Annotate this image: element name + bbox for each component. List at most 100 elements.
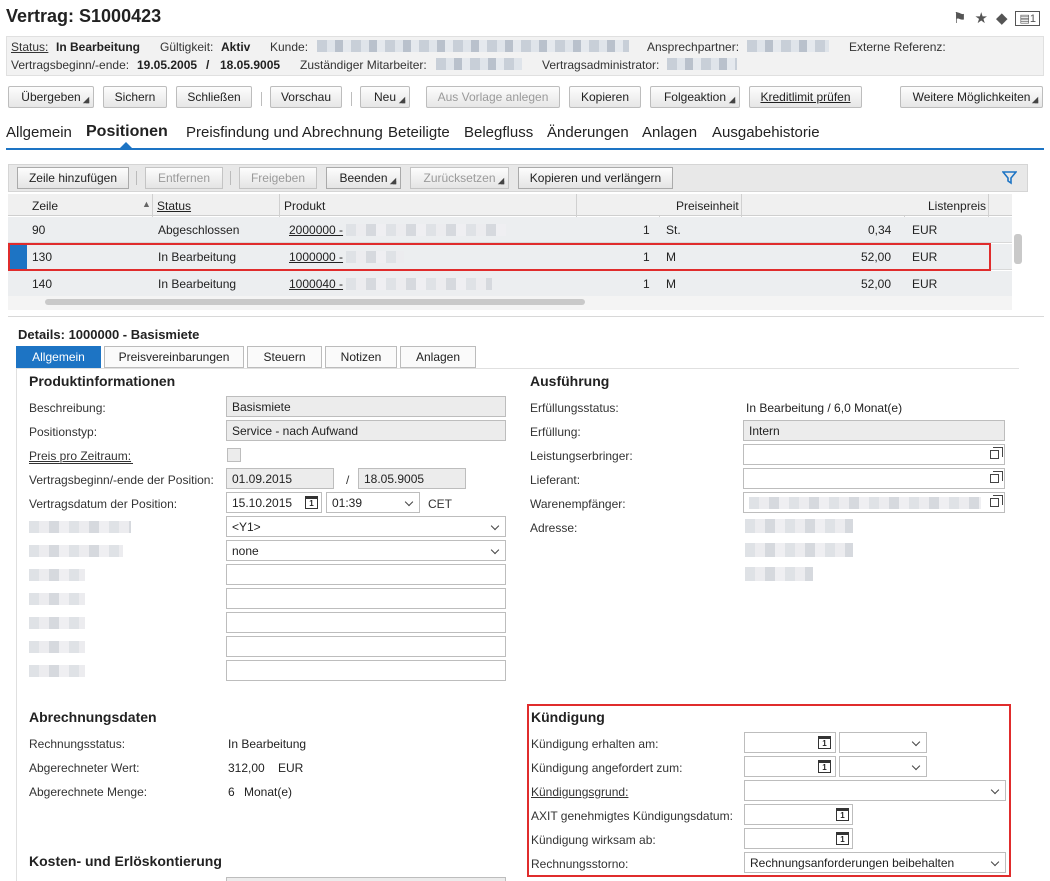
row-qty: 1 [643,223,650,237]
flag-icon[interactable]: ⚑ [953,9,966,27]
rechnungsstorno-label: Rechnungsstorno: [531,857,629,871]
value-help-icon[interactable] [990,471,1003,483]
time-select[interactable]: 01:39 [326,492,420,513]
kuendigungsgrund-label[interactable]: Kündigungsgrund: [531,785,628,799]
tab-anlagen[interactable]: Anlagen [642,124,697,141]
new-button[interactable]: Neu [360,86,410,108]
calendar-icon[interactable]: 1 [818,736,831,749]
text-field-3[interactable] [226,612,506,633]
value-help-icon[interactable] [990,495,1003,507]
status-label[interactable]: Status: [11,40,48,54]
from-template-button[interactable]: Aus Vorlage anlegen [426,86,560,108]
abgerechnete-menge-unit: Monat(e) [244,785,293,799]
warenempfaenger-label: Warenempfänger: [530,497,626,511]
tag-icon[interactable]: ◆ [996,9,1008,27]
follow-up-button[interactable]: Folgeaktion [650,86,740,108]
beschreibung-field[interactable]: Basismiete [226,396,506,417]
horizontal-scrollbar[interactable] [45,299,585,305]
add-row-button[interactable]: Zeile hinzufügen [17,167,129,189]
reset-button[interactable]: Zurücksetzen [410,167,509,189]
kuendigungsgrund-select[interactable] [744,780,1006,801]
kuendigung-angefordert-label: Kündigung angefordert zum: [531,761,683,775]
contact-label: Ansprechpartner: [647,40,740,54]
calendar-icon[interactable]: 1 [818,760,831,773]
col-header-listenpreis[interactable]: Listenpreis [928,199,986,213]
leistungserbringer-field[interactable] [743,444,1005,465]
tab-ausgabehistorie[interactable]: Ausgabehistorie [712,124,820,141]
overview-icon[interactable]: ▤1 [1015,10,1040,26]
filter-icon[interactable] [1001,170,1018,185]
row-zeile: 90 [32,223,46,237]
label-redacted [29,641,85,653]
remove-row-button[interactable]: Entfernen [145,167,223,189]
finish-button[interactable]: Beenden [326,167,401,189]
calendar-icon[interactable]: 1 [836,832,849,845]
save-button[interactable]: Sichern [103,86,167,108]
text-field-4[interactable] [226,636,506,657]
uebergeben-button[interactable]: Übergeben [8,86,94,108]
extref-label: Externe Referenz: [849,40,946,54]
vertragsdatum-label: Vertragsdatum der Position: [29,497,178,511]
rechnungsstorno-select[interactable]: Rechnungsanforderungen beibehalten [744,852,1006,873]
more-options-button[interactable]: Weitere Möglichkeiten [900,86,1043,108]
kuendigung-angefordert-time[interactable] [839,756,927,777]
col-header-produkt[interactable]: Produkt [284,199,325,213]
position-end-field[interactable]: 18.05.9005 [358,468,466,489]
close-button[interactable]: Schließen [176,86,252,108]
sort-icon[interactable]: ▲ [142,199,151,209]
address-line-redacted [745,519,853,533]
highlight-box [8,243,991,271]
section-kuendigung: Kündigung [531,709,605,725]
tab-allgemein[interactable]: Allgemein [6,124,72,141]
copy-button[interactable]: Kopieren [569,86,641,108]
row-produkt-link[interactable]: 2000000 - [289,223,343,237]
admin-label: Vertragsadministrator: [542,58,660,72]
kuendigung-erhalten-label: Kündigung erhalten am: [531,737,659,751]
check-credit-limit-button[interactable]: Kreditlimit prüfen [749,86,862,108]
row-price: 0,34 [868,223,892,237]
vertical-scrollbar[interactable] [1014,234,1022,264]
position-dates-label: Vertragsbeginn/-ende der Position: [29,473,214,487]
tab-positionen[interactable]: Positionen [86,123,168,141]
release-button[interactable]: Freigeben [239,167,317,189]
tab-belegfluss[interactable]: Belegfluss [464,124,533,141]
select-none[interactable]: none [226,540,506,561]
star-icon[interactable]: ★ [974,9,987,27]
value-help-icon[interactable] [990,447,1003,459]
positionstyp-field[interactable]: Service - nach Aufwand [226,420,506,441]
kuendigung-erhalten-time[interactable] [839,732,927,753]
text-field-1[interactable] [226,564,506,585]
detail-tab-notizen[interactable]: Notizen [325,346,397,368]
col-header-status[interactable]: Status [157,199,191,213]
col-header-preiseinheit[interactable]: Preiseinheit [676,199,739,213]
copy-and-extend-button[interactable]: Kopieren und verlängern [518,167,673,189]
preview-button[interactable]: Vorschau [270,86,342,108]
lieferant-field[interactable] [743,468,1005,489]
page-title: Vertrag: S1000423 [6,6,162,26]
detail-tab-allgemein[interactable]: Allgemein [16,346,101,368]
preis-pro-zeitraum-checkbox[interactable] [227,448,241,462]
tab-aenderungen[interactable]: Änderungen [547,124,629,141]
col-header-zeile[interactable]: Zeile [32,199,58,213]
contact-value-redacted [747,40,829,52]
kosten-field-partial[interactable] [226,877,506,881]
warenempfaenger-field[interactable] [743,492,1005,513]
row-produkt-link[interactable]: 1000040 - [289,277,343,291]
select-y1[interactable]: <Y1> [226,516,506,537]
validity-label: Gültigkeit: [160,40,214,54]
calendar-icon[interactable]: 1 [305,496,318,509]
calendar-icon[interactable]: 1 [836,808,849,821]
position-date-sep: / [346,473,350,487]
preis-pro-zeitraum-label[interactable]: Preis pro Zeitraum: [29,449,131,463]
text-field-5[interactable] [226,660,506,681]
abgerechneter-wert-value: 312,00 [228,761,265,775]
position-start-field[interactable]: 01.09.2015 [226,468,334,489]
detail-tab-steuern[interactable]: Steuern [247,346,322,368]
customer-value-redacted [317,40,629,52]
tab-beteiligte[interactable]: Beteiligte [388,124,450,141]
tab-preisfindung[interactable]: Preisfindung und Abrechnung [186,124,383,141]
detail-tab-preisvereinbarungen[interactable]: Preisvereinbarungen [104,346,244,368]
text-field-2[interactable] [226,588,506,609]
detail-tab-anlagen[interactable]: Anlagen [400,346,476,368]
erfuellung-field[interactable]: Intern [743,420,1005,441]
